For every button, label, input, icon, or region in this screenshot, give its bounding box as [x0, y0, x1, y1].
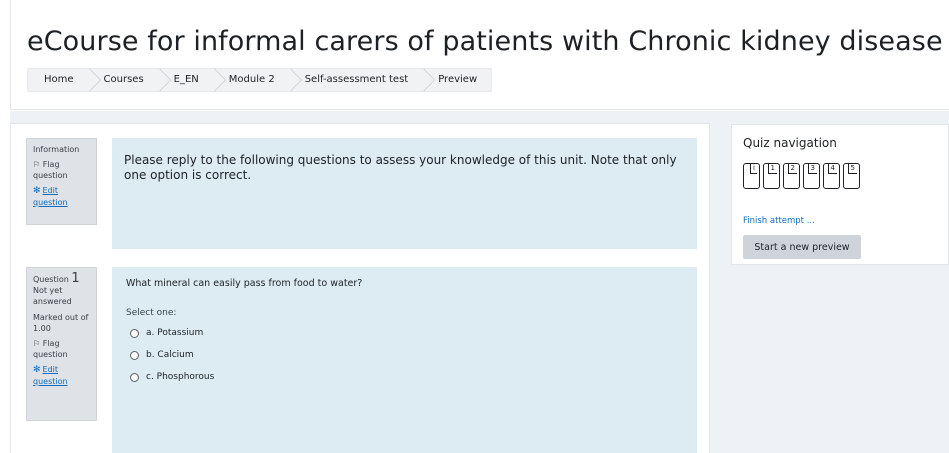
flag-icon: ⚐ [33, 339, 43, 348]
question-number: Question 1 [33, 271, 80, 286]
gear-icon: ✻ [33, 365, 41, 375]
radio-button[interactable] [130, 350, 139, 360]
edit-question-link[interactable]: ✻ Edit question [33, 185, 90, 208]
flag-question-link[interactable]: ⚐ Flag question [33, 338, 90, 360]
nav-button-info[interactable]: i [743, 163, 760, 189]
page-header: eCourse for informal carers of patients … [10, 0, 949, 110]
info-label: Information [33, 145, 80, 154]
breadcrumb: Home Courses E_EN Module 2 Self-assessme… [27, 68, 493, 92]
breadcrumb-preview[interactable]: Preview [422, 69, 491, 91]
page-title: eCourse for informal carers of patients … [27, 26, 943, 57]
start-new-preview-button[interactable]: Start a new preview [743, 235, 861, 259]
question-1-meta: Question 1 Not yet answered Marked out o… [26, 267, 97, 421]
info-formulation: Please reply to the following questions … [112, 138, 697, 249]
question-marks: Marked out of 1.00 [33, 313, 89, 333]
radio-button[interactable] [130, 328, 139, 338]
question-state: Not yet answered [33, 286, 72, 306]
question-text: What mineral can easily pass from food t… [126, 278, 363, 289]
main-region: Information ⚐ Flag question ✻ Edit questi… [10, 111, 949, 453]
answer-option-c[interactable]: c. Phosphorous [130, 372, 214, 382]
quiz-content: Information ⚐ Flag question ✻ Edit questi… [10, 123, 710, 453]
flag-icon: ⚐ [33, 160, 43, 169]
answer-option-a[interactable]: a. Potassium [130, 328, 203, 338]
breadcrumb-module[interactable]: Module 2 [213, 69, 289, 91]
question-buttons: i 1 2 3 4 5 [743, 163, 860, 189]
nav-button-3[interactable]: 3 [803, 163, 820, 189]
radio-button[interactable] [130, 372, 139, 382]
finish-attempt-link[interactable]: Finish attempt ... [743, 216, 815, 226]
quiz-navigation-block: Quiz navigation i 1 2 3 4 5 Finish attem… [731, 124, 949, 265]
breadcrumb-quiz[interactable]: Self-assessment test [289, 69, 423, 91]
flag-question-link[interactable]: ⚐ Flag question [33, 159, 90, 181]
quiz-navigation-title: Quiz navigation [743, 136, 837, 150]
select-one-prompt: Select one: [126, 308, 177, 318]
question-1-formulation: What mineral can easily pass from food t… [112, 267, 697, 453]
gear-icon: ✻ [33, 186, 41, 196]
info-text: Please reply to the following questions … [124, 153, 677, 182]
breadcrumb-courses[interactable]: Courses [88, 69, 158, 91]
edit-question-link[interactable]: ✻ Edit question [33, 364, 90, 387]
nav-button-4[interactable]: 4 [823, 163, 840, 189]
nav-button-5[interactable]: 5 [843, 163, 860, 189]
info-block-meta: Information ⚐ Flag question ✻ Edit questi… [26, 138, 97, 225]
nav-button-2[interactable]: 2 [783, 163, 800, 189]
nav-button-1[interactable]: 1 [763, 163, 780, 189]
answer-option-b[interactable]: b. Calcium [130, 350, 194, 360]
